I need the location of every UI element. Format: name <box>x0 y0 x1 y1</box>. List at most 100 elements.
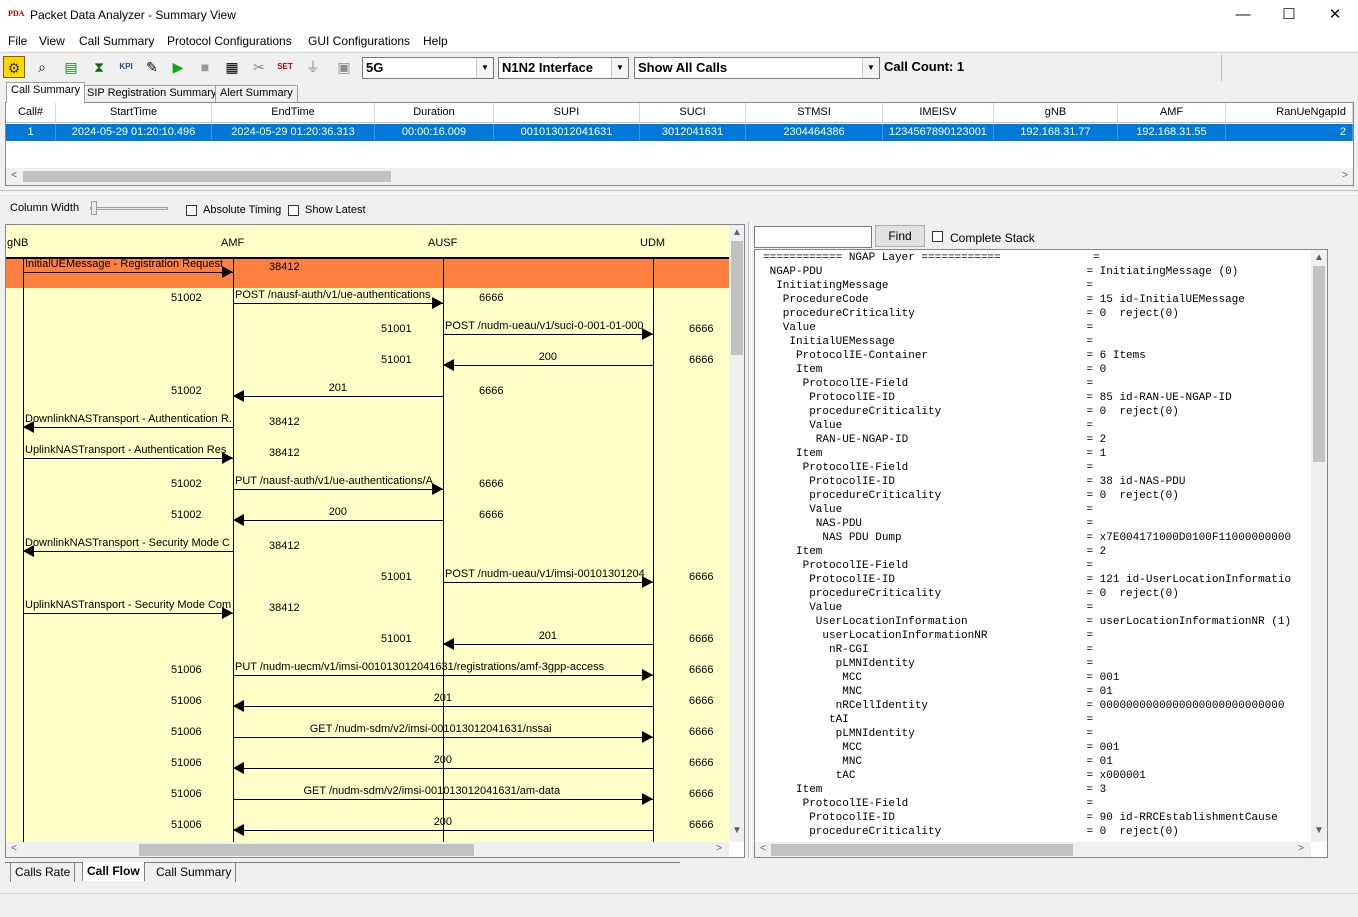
settings-icon[interactable]: ⚙ <box>3 56 25 78</box>
message-arrow[interactable] <box>23 458 233 459</box>
flow-row[interactable] <box>6 815 729 842</box>
network-select[interactable]: 5G ▼ <box>362 57 494 79</box>
detail-line[interactable]: tAC = x000001 <box>763 769 1311 783</box>
column-header[interactable]: AMF <box>1118 103 1226 123</box>
detail-line[interactable]: procedureCriticality = 0 reject(0) <box>763 825 1311 839</box>
message-arrow[interactable] <box>443 582 653 583</box>
menu-protocol-configurations[interactable]: Protocol Configurations <box>167 34 292 48</box>
detail-line[interactable]: Value = <box>763 419 1311 433</box>
message-label[interactable]: GET /nudm-sdm/v2/imsi-001013012041631/ns… <box>310 723 581 735</box>
detail-line[interactable]: MNC = 01 <box>763 685 1311 699</box>
message-arrow[interactable] <box>443 365 653 366</box>
tab-call-summary[interactable]: Call Summary <box>6 82 86 103</box>
scrollbar-thumb[interactable] <box>731 241 743 355</box>
tab-sip-registration-summary[interactable]: SIP Registration Summary <box>82 85 222 102</box>
scroll-left-icon[interactable]: < <box>6 843 22 854</box>
detail-line[interactable]: nRCellIdentity = 00000000000000000000000… <box>763 699 1311 713</box>
message-label[interactable]: 200 <box>434 816 457 828</box>
message-label[interactable]: DownlinkNASTransport - Authentication R.… <box>25 413 231 425</box>
maximize-button[interactable]: ☐ <box>1266 0 1312 30</box>
play-icon[interactable]: ▶ <box>167 56 189 78</box>
message-arrow[interactable] <box>443 644 653 645</box>
detail-line[interactable]: ProtocolIE-ID = 38 id-NAS-PDU <box>763 475 1311 489</box>
table-cell[interactable]: 192.168.31.77 <box>994 124 1118 141</box>
chevron-down-icon[interactable]: ▼ <box>611 58 628 78</box>
detail-line[interactable]: Value = <box>763 321 1311 335</box>
message-label[interactable]: 200 <box>434 754 457 766</box>
column-header[interactable]: RanUeNgapId <box>1226 103 1353 123</box>
absolute-timing-checkbox[interactable] <box>186 205 197 216</box>
message-label[interactable]: POST /nudm-ueau/v1/imsi-00101301204 <box>445 568 651 580</box>
message-label[interactable]: PUT /nudm-uecm/v1/imsi-001013012041631/r… <box>235 661 651 673</box>
detail-line[interactable]: procedureCriticality = 0 reject(0) <box>763 489 1311 503</box>
table-cell[interactable]: 192.168.31.55 <box>1118 124 1226 141</box>
detail-line[interactable]: ProtocolIE-Field = <box>763 559 1311 573</box>
detail-line[interactable]: ProcedureCode = 15 id-InitialUEMessage <box>763 293 1311 307</box>
detail-line[interactable]: Value = <box>763 601 1311 615</box>
column-header[interactable]: IMEISV <box>883 103 994 123</box>
column-header[interactable]: StartTime <box>56 103 212 123</box>
column-header[interactable]: EndTime <box>212 103 375 123</box>
menu-view[interactable]: View <box>39 34 65 48</box>
message-label[interactable]: 200 <box>329 506 352 518</box>
detail-line[interactable]: NAS PDU Dump = x7E004171000D0100F1100000… <box>763 531 1311 545</box>
message-label[interactable]: UplinkNASTransport - Authentication Res <box>25 444 231 456</box>
table-cell[interactable]: 2 <box>1226 124 1353 141</box>
find-input[interactable] <box>754 226 872 248</box>
scroll-right-icon[interactable]: > <box>711 843 727 854</box>
column-header[interactable]: gNB <box>994 103 1118 123</box>
message-arrow[interactable] <box>443 334 653 335</box>
tab-call-flow[interactable]: Call Flow <box>82 862 145 881</box>
report-icon[interactable]: ▦ <box>221 56 243 78</box>
message-arrow[interactable] <box>233 489 443 490</box>
detail-line[interactable]: Item = 1 <box>763 447 1311 461</box>
chevron-down-icon[interactable]: ▼ <box>862 58 879 78</box>
search-icon[interactable]: ⌕ <box>31 56 53 78</box>
detail-line[interactable]: MCC = 001 <box>763 671 1311 685</box>
find-button[interactable]: Find <box>875 225 925 247</box>
table-cell[interactable]: 00:00:16.009 <box>375 124 494 141</box>
tab-call-summary-bottom[interactable]: Call Summary <box>152 863 237 882</box>
scroll-left-icon[interactable]: < <box>6 170 22 181</box>
message-label[interactable]: InitialUEMessage - Registration Request <box>25 258 231 270</box>
edit-icon[interactable]: ✎ <box>141 56 163 78</box>
message-label[interactable]: POST /nausf-auth/v1/ue-authentications <box>235 289 441 301</box>
table-cell[interactable]: 2024-05-29 01:20:36.313 <box>212 124 375 141</box>
table-cell[interactable]: 001013012041631 <box>494 124 640 141</box>
slider-thumb[interactable] <box>91 201 97 215</box>
scroll-up-icon[interactable]: ▲ <box>729 227 744 238</box>
detail-line[interactable]: MNC = 01 <box>763 755 1311 769</box>
column-header[interactable]: Call# <box>6 103 56 123</box>
close-button[interactable]: ✕ <box>1312 0 1358 30</box>
message-label[interactable]: PUT /nausf-auth/v1/ue-authentications/A <box>235 475 441 487</box>
table-cell[interactable]: 3012041631 <box>640 124 746 141</box>
kpi-icon[interactable]: KPI <box>115 56 137 78</box>
flow-horizontal-scrollbar[interactable]: < > <box>6 842 729 857</box>
message-arrow[interactable] <box>23 427 233 428</box>
table-cell[interactable]: 2024-05-29 01:20:10.496 <box>56 124 212 141</box>
scroll-right-icon[interactable]: > <box>1293 843 1309 854</box>
scroll-left-icon[interactable]: < <box>755 843 771 854</box>
complete-stack-checkbox[interactable] <box>932 231 943 242</box>
detail-line[interactable]: ProtocolIE-ID = 121 id-UserLocationInfor… <box>763 573 1311 587</box>
table-horizontal-scrollbar[interactable]: < > <box>6 168 1353 185</box>
table-cell[interactable]: 1 <box>6 124 56 141</box>
detail-line[interactable]: UserLocationInformation = userLocationIn… <box>763 615 1311 629</box>
scroll-right-icon[interactable]: > <box>1337 170 1353 181</box>
detail-line[interactable]: nR-CGI = <box>763 643 1311 657</box>
message-label[interactable]: 201 <box>539 630 562 642</box>
detail-line[interactable]: procedureCriticality = 0 reject(0) <box>763 307 1311 321</box>
detail-line[interactable]: RAN-UE-NGAP-ID = 2 <box>763 433 1311 447</box>
message-arrow[interactable] <box>23 272 233 273</box>
menu-gui-configurations[interactable]: GUI Configurations <box>308 34 410 48</box>
menu-call-summary[interactable]: Call Summary <box>79 34 154 48</box>
detail-line[interactable]: Value = <box>763 503 1311 517</box>
column-header[interactable]: SUCI <box>640 103 746 123</box>
horizontal-splitter[interactable] <box>0 190 1358 194</box>
detail-line[interactable]: pLMNIdentity = <box>763 657 1311 671</box>
message-arrow[interactable] <box>233 303 443 304</box>
detail-line[interactable]: Item = 0 <box>763 363 1311 377</box>
detail-line[interactable]: procedureCriticality = 0 reject(0) <box>763 587 1311 601</box>
message-arrow[interactable] <box>23 551 233 552</box>
detail-line[interactable]: ProtocolIE-Field = <box>763 461 1311 475</box>
